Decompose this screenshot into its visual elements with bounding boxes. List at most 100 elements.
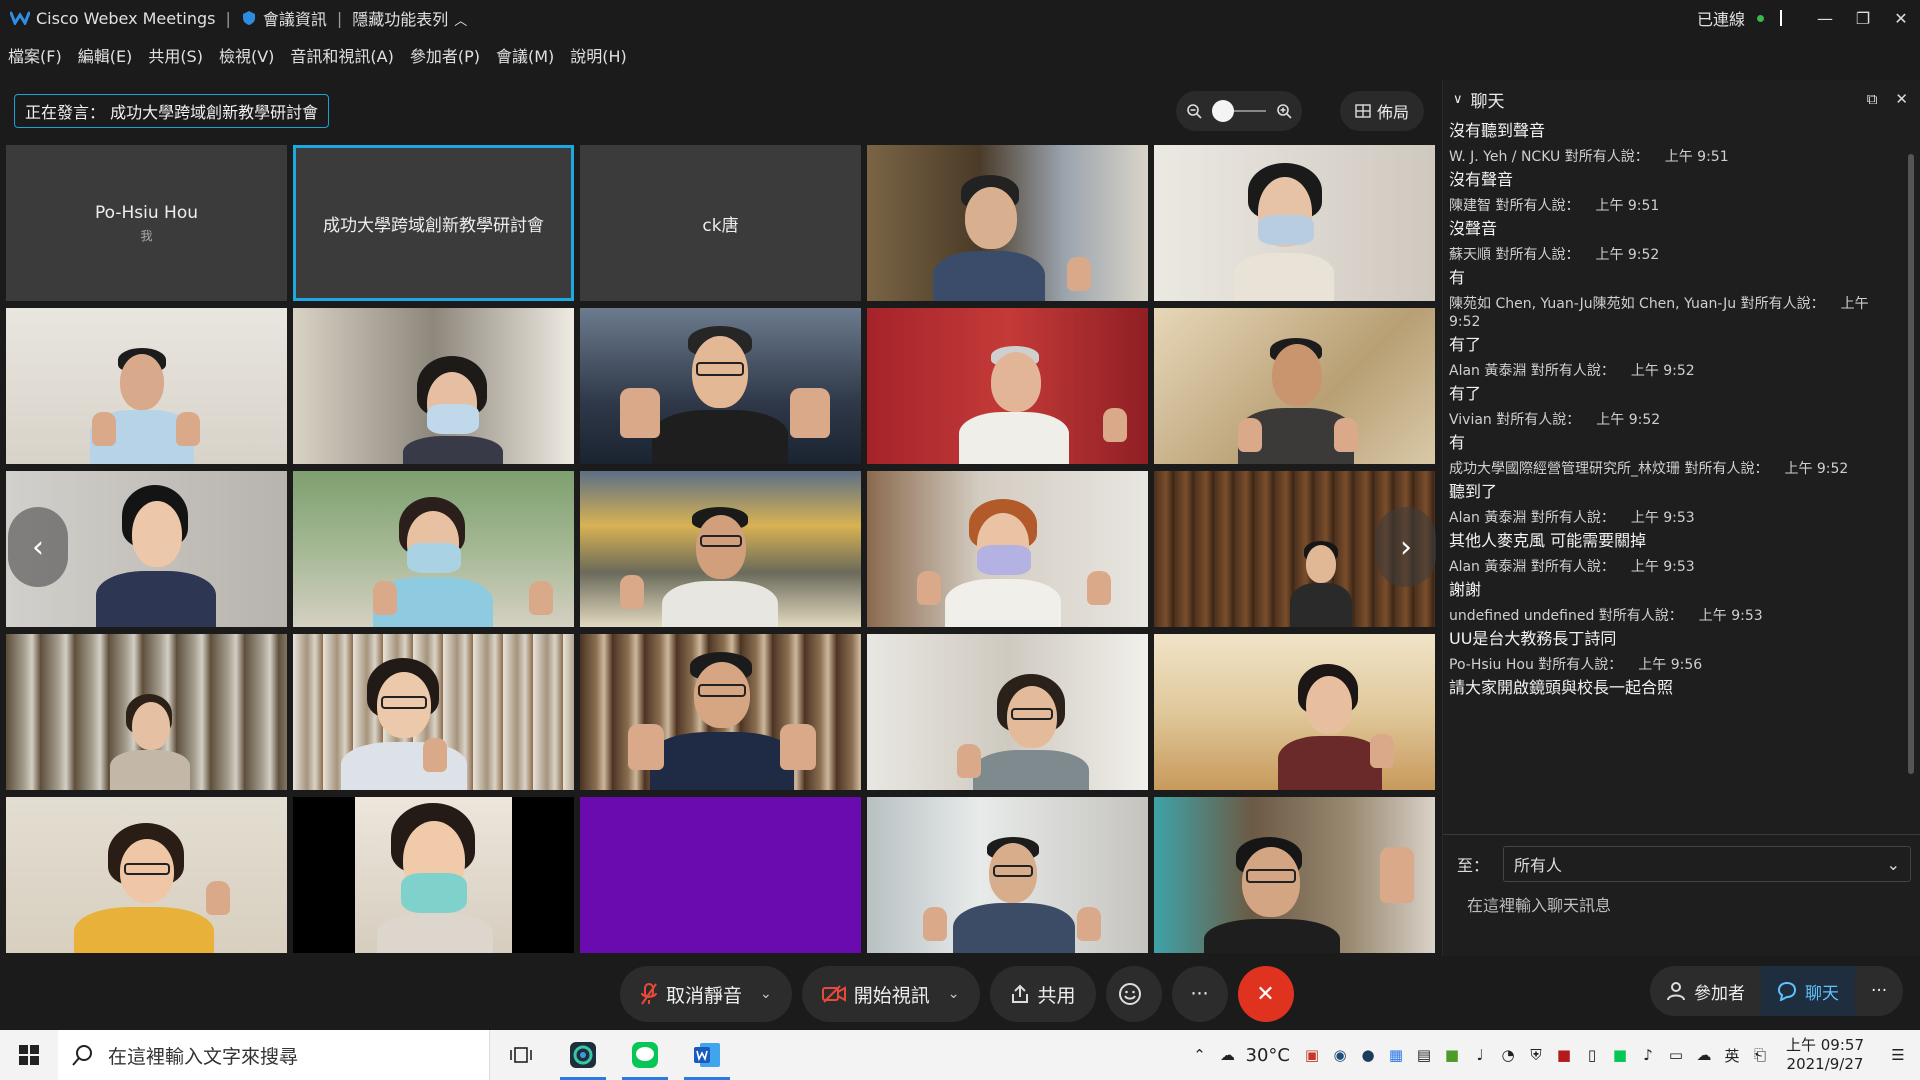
chat-message: W. J. Yeh / NCKU 對所有人說： 上午 9:51 沒有聲音 (1449, 144, 1903, 191)
video-tile[interactable] (1154, 308, 1435, 464)
video-tile[interactable] (867, 797, 1148, 953)
previous-page-button[interactable]: ‹ (8, 507, 68, 587)
video-tile[interactable] (867, 145, 1148, 301)
taskbar-clock[interactable]: 上午 09:57 2021/9/27 (1786, 1036, 1864, 1074)
zoom-slider-knob[interactable] (1212, 100, 1234, 122)
battery-icon[interactable]: ▭ (1662, 1030, 1690, 1080)
video-tile[interactable]: ck唐 (580, 145, 861, 301)
video-tile[interactable] (6, 308, 287, 464)
usb-icon[interactable]: ▯ (1578, 1030, 1606, 1080)
wifi-icon[interactable]: ◔ (1494, 1030, 1522, 1080)
video-tile[interactable] (867, 634, 1148, 790)
participants-label: 參加者 (1694, 983, 1745, 1004)
chat-scrollbar[interactable] (1906, 126, 1916, 826)
device-icon[interactable]: ▤ (1410, 1030, 1438, 1080)
reactions-button[interactable] (1105, 966, 1162, 1022)
menu-file[interactable]: 檔案(F) (0, 43, 70, 67)
video-tile[interactable] (1154, 145, 1435, 301)
volume-icon[interactable]: ♪ (1634, 1030, 1662, 1080)
video-tile[interactable] (6, 797, 287, 953)
chevron-down-icon[interactable]: ⌄ (948, 986, 960, 1002)
menu-view[interactable]: 檢視(V) (211, 43, 282, 67)
zoom-in-icon[interactable] (1276, 103, 1292, 119)
chevron-down-icon[interactable]: ⌄ (760, 986, 772, 1002)
taskbar-search[interactable]: 在這裡輸入文字來搜尋 (58, 1030, 490, 1080)
scrollbar-thumb[interactable] (1908, 154, 1914, 774)
notification-icon[interactable]: ☰ (1876, 1030, 1920, 1080)
layout-button[interactable]: 佈局 (1340, 91, 1424, 131)
video-tile[interactable] (293, 634, 574, 790)
restore-icon[interactable]: ❐ (1844, 0, 1882, 36)
leave-meeting-button[interactable]: ✕ (1237, 966, 1294, 1022)
video-tile[interactable] (580, 634, 861, 790)
video-tile[interactable] (580, 471, 861, 627)
video-tile[interactable] (867, 308, 1148, 464)
close-icon[interactable]: ✕ (1882, 0, 1920, 36)
start-video-button[interactable]: 開始視訊 ⌄ (801, 966, 980, 1022)
video-tile[interactable] (580, 797, 861, 953)
chat-message-meta: undefined undefined 對所有人說： 上午 9:53 (1449, 603, 1903, 628)
zoom-slider[interactable] (1212, 100, 1266, 122)
video-tile[interactable] (293, 797, 574, 953)
chat-button[interactable]: 聊天 (1761, 966, 1855, 1016)
security-icon[interactable]: ⛨ (1522, 1030, 1550, 1080)
menu-edit[interactable]: 編輯(E) (70, 43, 141, 67)
zoom-control[interactable] (1176, 91, 1302, 131)
taskbar-word[interactable] (676, 1030, 738, 1080)
task-view-button[interactable] (490, 1030, 552, 1080)
hide-menu-toggle[interactable]: 隱藏功能表列 ︿ (352, 6, 467, 30)
weather-icon[interactable]: ☁ (1214, 1030, 1242, 1080)
more-panels-button[interactable]: ··· (1855, 966, 1903, 1016)
ime-mode-icon[interactable]: ⎗ (1746, 1030, 1774, 1080)
nvidia-icon[interactable]: ■ (1438, 1030, 1466, 1080)
chat-input[interactable]: 在這裡輸入聊天訊息 (1467, 892, 1611, 916)
tray-expand-icon[interactable]: ⌃ (1186, 1030, 1214, 1080)
chevron-down-icon[interactable]: ∨ (1453, 92, 1463, 107)
panel-toggles: 參加者 聊天 ··· (1650, 966, 1904, 1016)
chat-message-meta: Vivian 對所有人說： 上午 9:52 (1449, 407, 1903, 432)
video-tile[interactable] (293, 471, 574, 627)
video-tile[interactable]: Po-Hsiu Hou 我 (6, 145, 287, 301)
meeting-info-link[interactable]: 會議資訊 (263, 6, 327, 30)
menu-help[interactable]: 說明(H) (562, 43, 635, 67)
recipient-select[interactable]: 所有人 ⌄ (1503, 846, 1912, 882)
network-drive-icon[interactable]: ▦ (1382, 1030, 1410, 1080)
meeting-info-icon[interactable] (241, 10, 257, 26)
video-tile[interactable] (867, 471, 1148, 627)
menu-participant[interactable]: 參加者(P) (402, 43, 488, 67)
pdf-icon[interactable]: ▣ (1298, 1030, 1326, 1080)
more-options-button[interactable]: ··· (1171, 966, 1228, 1022)
line-tray-icon[interactable]: ■ (1606, 1030, 1634, 1080)
app-tray-icon[interactable]: ■ (1550, 1030, 1578, 1080)
menu-share[interactable]: 共用(S) (140, 43, 211, 67)
video-tile[interactable] (6, 634, 287, 790)
video-tile[interactable] (580, 308, 861, 464)
video-tile[interactable] (1154, 797, 1435, 953)
microphone-icon[interactable]: ♩ (1466, 1030, 1494, 1080)
video-tile-active-speaker[interactable]: 成功大學跨域創新教學研討會 (293, 145, 574, 301)
ime-indicator[interactable]: 英 (1718, 1030, 1746, 1080)
chat-message-list[interactable]: 沒有聽到聲音 W. J. Yeh / NCKU 對所有人說： 上午 9:51 沒有… (1443, 120, 1903, 830)
menu-audio-video[interactable]: 音訊和視訊(A) (282, 43, 401, 67)
taskbar-line[interactable] (614, 1030, 676, 1080)
webex-tray-icon[interactable]: ◉ (1326, 1030, 1354, 1080)
chat-message: 沒有聽到聲音 (1449, 120, 1903, 142)
video-tile[interactable] (293, 308, 574, 464)
connected-dot-icon (1757, 14, 1764, 22)
unmute-button[interactable]: 取消靜音 ⌄ (620, 966, 792, 1022)
menu-meeting[interactable]: 會議(M) (488, 43, 562, 67)
taskbar-webex[interactable] (552, 1030, 614, 1080)
steam-icon[interactable]: ● (1354, 1030, 1382, 1080)
temperature[interactable]: 30°C (1246, 1045, 1290, 1066)
participants-button[interactable]: 參加者 (1650, 966, 1761, 1016)
share-button[interactable]: 共用 (989, 966, 1096, 1022)
close-icon[interactable]: ✕ (1895, 90, 1908, 108)
start-button[interactable] (0, 1030, 58, 1080)
next-page-button[interactable]: › (1376, 507, 1436, 587)
chat-message: 成功大學國際經營管理研究所_林炆珊 對所有人說： 上午 9:52 聽到了 (1449, 456, 1903, 503)
minimize-icon[interactable]: — (1806, 0, 1844, 36)
pop-out-icon[interactable]: ⧉ (1867, 90, 1878, 108)
video-tile[interactable] (1154, 634, 1435, 790)
zoom-out-icon[interactable] (1186, 103, 1202, 119)
onedrive-icon[interactable]: ☁ (1690, 1030, 1718, 1080)
